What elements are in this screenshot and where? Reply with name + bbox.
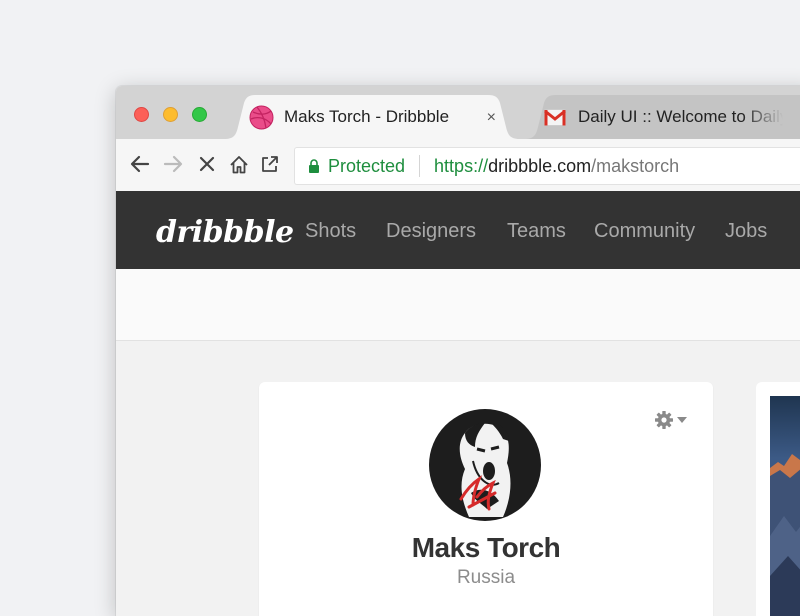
profile-card: Maks Torch Russia — [259, 382, 713, 616]
profile-name: Maks Torch — [411, 532, 561, 563]
nav-shots[interactable]: Shots — [305, 220, 356, 243]
tab-strip: Daily UI :: Welcome to Daily UI × Maks T… — [116, 86, 800, 139]
forward-arrow-icon[interactable] — [161, 152, 185, 176]
shot-card[interactable] — [756, 382, 800, 616]
secure-label: Protected — [328, 155, 406, 176]
lock-icon — [309, 159, 319, 173]
back-arrow-icon[interactable] — [128, 152, 152, 176]
tab-maks-torch[interactable]: Maks Torch - Dribbble × — [224, 95, 520, 139]
tab-title: Maks Torch - Dribbble — [284, 107, 450, 126]
close-tab-icon[interactable]: × — [487, 109, 496, 127]
minimize-window-button[interactable] — [163, 107, 178, 122]
address-bar[interactable]: Protected https:// dribbble.com /makstor… — [294, 147, 800, 185]
dribbble-logo[interactable]: dribbble — [156, 215, 294, 250]
avatar-illustration — [459, 423, 511, 517]
settings-dropdown[interactable] — [654, 410, 687, 430]
nav-teams[interactable]: Teams — [507, 220, 566, 243]
address-divider — [419, 155, 421, 177]
browser-toolbar: Protected https:// dribbble.com /makstor… — [116, 139, 800, 192]
url-host: dribbble.com — [488, 155, 592, 176]
site-navbar: dribbble Shots Designers Teams Community… — [116, 191, 800, 269]
avatar[interactable] — [429, 409, 541, 521]
page-content: Maks Torch Russia — [116, 341, 800, 616]
dribbble-icon — [249, 105, 274, 130]
chevron-down-icon — [677, 417, 687, 423]
close-window-button[interactable] — [134, 107, 149, 122]
stop-loading-icon[interactable] — [195, 152, 219, 176]
sub-header — [116, 269, 800, 341]
maximize-window-button[interactable] — [192, 107, 207, 122]
gmail-icon — [544, 105, 566, 130]
url-path: /makstorch — [591, 155, 680, 176]
gear-icon — [655, 411, 673, 429]
tab-daily-ui[interactable]: Daily UI :: Welcome to Daily UI × — [524, 95, 800, 139]
browser-window: Daily UI :: Welcome to Daily UI × Maks T… — [116, 86, 800, 616]
share-icon[interactable] — [258, 152, 282, 176]
nav-community[interactable]: Community — [594, 220, 695, 243]
profile-location: Russia — [456, 567, 516, 588]
home-icon[interactable] — [227, 152, 251, 176]
mountain-image — [770, 396, 800, 616]
nav-jobs[interactable]: Jobs — [725, 220, 767, 243]
nav-designers[interactable]: Designers — [386, 220, 476, 243]
tab-title: Daily UI :: Welcome to Daily UI — [578, 107, 783, 126]
shot-thumbnail[interactable] — [770, 396, 800, 616]
url-scheme: https:// — [434, 155, 489, 176]
